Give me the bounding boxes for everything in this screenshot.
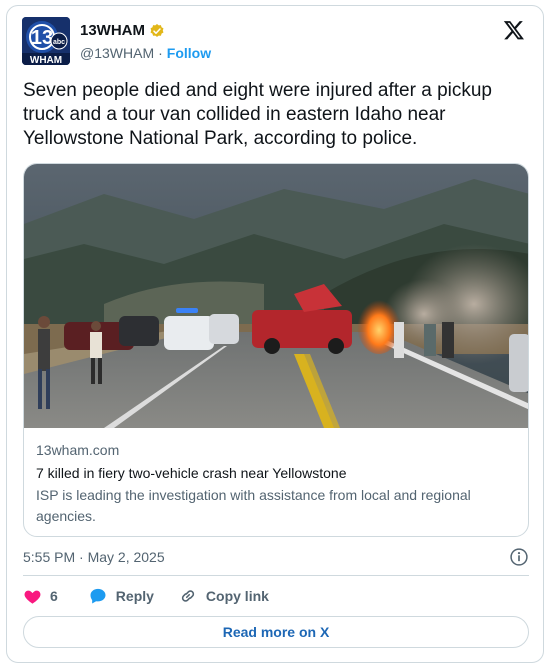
- svg-text:13: 13: [31, 27, 53, 49]
- reply-label: Reply: [115, 588, 154, 604]
- action-bar: 6 Reply Copy link: [23, 584, 269, 608]
- account-handle-row: @13WHAM · Follow: [80, 45, 211, 61]
- copy-link-label: Copy link: [205, 588, 269, 604]
- like-count: 6: [50, 588, 58, 604]
- separator-dot: ·: [158, 45, 163, 61]
- info-icon[interactable]: [509, 547, 529, 567]
- crash-scene-photo: [24, 164, 528, 428]
- tweet-timestamp[interactable]: 5:55 PM · May 2, 2025: [23, 549, 165, 565]
- link-preview-card[interactable]: 13wham.com 7 killed in fiery two-vehicle…: [23, 163, 529, 537]
- link-chain-icon: [178, 586, 198, 606]
- read-more-button[interactable]: Read more on X: [23, 616, 529, 648]
- link-description: ISP is leading the investigation with as…: [36, 487, 471, 524]
- x-logo-icon[interactable]: [503, 19, 525, 41]
- timestamp-row: 5:55 PM · May 2, 2025: [23, 545, 529, 569]
- link-meta: 13wham.com 7 killed in fiery two-vehicle…: [36, 440, 520, 527]
- account-handle[interactable]: @13WHAM: [80, 45, 154, 61]
- follow-button[interactable]: Follow: [167, 45, 211, 61]
- tweet-text: Seven people died and eight were injured…: [23, 80, 492, 149]
- account-name[interactable]: 13WHAM: [80, 22, 145, 39]
- svg-text:abc: abc: [53, 39, 65, 46]
- tweet-embed-card: 13 abc WHAM 13WHAM @13WHAM · Follow Seve…: [6, 5, 544, 663]
- svg-text:WHAM: WHAM: [30, 55, 62, 65]
- link-domain: 13wham.com: [36, 442, 120, 458]
- like-button[interactable]: 6: [23, 587, 58, 606]
- account-name-row: 13WHAM: [80, 22, 165, 39]
- copy-link-button[interactable]: Copy link: [178, 586, 269, 606]
- reply-bubble-icon: [88, 586, 108, 606]
- verified-badge-icon: [149, 23, 165, 39]
- heart-icon: [23, 587, 42, 606]
- account-avatar[interactable]: 13 abc WHAM: [22, 17, 70, 65]
- reply-button[interactable]: Reply: [88, 586, 154, 606]
- link-headline[interactable]: 7 killed in fiery two-vehicle crash near…: [36, 463, 520, 483]
- divider: [23, 575, 529, 576]
